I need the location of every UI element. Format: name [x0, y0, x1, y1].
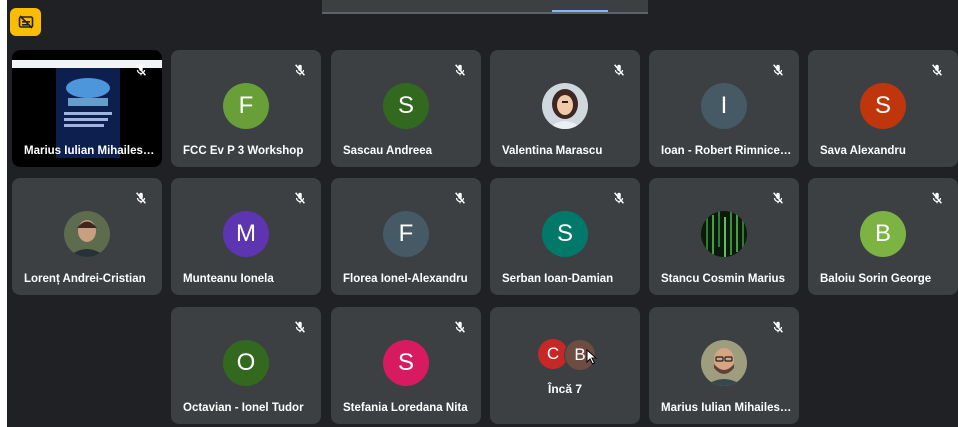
- avatar: F: [383, 211, 429, 257]
- mic-off-icon: [773, 321, 783, 333]
- avatar: M: [223, 211, 269, 257]
- participant-tile[interactable]: F FCC Ev P 3 Workshop: [171, 50, 321, 167]
- participant-tile[interactable]: Valentina Marascu: [490, 50, 640, 167]
- participant-tile[interactable]: S Stefania Loredana Nita: [331, 307, 481, 424]
- mic-off-icon: [773, 192, 783, 204]
- mic-off-icon: [455, 321, 465, 333]
- mic-off-icon: [295, 64, 305, 76]
- cursor-icon: [586, 349, 598, 365]
- participant-name: Sava Alexandru: [820, 145, 906, 157]
- participant-tile[interactable]: S Sascau Andreea: [331, 50, 481, 167]
- mic-off-icon: [614, 64, 624, 76]
- avatar: S: [383, 83, 429, 129]
- participant-name: Sascau Andreea: [343, 145, 433, 157]
- mic-off-icon: [455, 64, 465, 76]
- participant-name: Lorenț Andrei-Cristian: [24, 273, 146, 285]
- avatar-photo: [701, 211, 747, 257]
- captions-off-icon: [18, 15, 33, 29]
- participant-tile[interactable]: Marius Iulian Mihailescu: [649, 307, 799, 424]
- participant-name: FCC Ev P 3 Workshop: [183, 145, 304, 157]
- participant-name: Munteanu Ionela: [183, 273, 274, 285]
- participant-name: Stefania Loredana Nita: [343, 402, 468, 414]
- participant-tile[interactable]: B Baloiu Sorin George: [808, 178, 958, 295]
- participant-tile[interactable]: F Florea Ionel-Alexandru: [331, 178, 481, 295]
- mic-off-icon: [455, 192, 465, 204]
- participant-tile[interactable]: S Serban Ioan-Damian: [490, 178, 640, 295]
- mic-off-icon: [773, 64, 783, 76]
- participant-tile[interactable]: Stancu Cosmin Marius: [649, 178, 799, 295]
- participant-name: Ioan - Robert Rimnicea...: [661, 145, 793, 157]
- participant-name: Florea Ionel-Alexandru: [343, 273, 468, 285]
- participant-tile[interactable]: O Octavian - Ionel Tudor: [171, 307, 321, 424]
- participant-tile[interactable]: S Sava Alexandru: [808, 50, 958, 167]
- avatar: S: [860, 83, 906, 129]
- mic-off-icon: [295, 321, 305, 333]
- avatar: F: [223, 83, 269, 129]
- mic-off-icon: [136, 192, 146, 204]
- overflow-participants-tile[interactable]: C B Încă 7: [490, 307, 640, 424]
- participant-name: Octavian - Ionel Tudor: [183, 402, 304, 414]
- mic-off-icon: [136, 64, 146, 76]
- avatar: I: [701, 83, 747, 129]
- participant-tile[interactable]: I Ioan - Robert Rimnicea...: [649, 50, 799, 167]
- mic-off-icon: [932, 64, 942, 76]
- mic-off-icon: [295, 192, 305, 204]
- avatar-photo: [542, 83, 588, 129]
- participant-name: Valentina Marascu: [502, 145, 603, 157]
- participant-name: Stancu Cosmin Marius: [661, 273, 785, 285]
- mic-off-icon: [614, 192, 624, 204]
- participant-tile[interactable]: M Munteanu Ionela: [171, 178, 321, 295]
- participant-tile[interactable]: Lorenț Andrei-Cristian: [12, 178, 162, 295]
- avatar-photo: [701, 340, 747, 386]
- top-control-bar[interactable]: [322, 0, 648, 14]
- avatar-photo: [64, 211, 110, 257]
- avatar: B: [860, 211, 906, 257]
- captions-off-button[interactable]: [10, 8, 41, 36]
- overflow-count-label: Încă 7: [547, 382, 583, 396]
- mic-off-icon: [932, 192, 942, 204]
- participant-tile-screen-share[interactable]: Marius Iulian Mihailesc...: [12, 50, 162, 167]
- participant-name: Serban Ioan-Damian: [502, 273, 614, 285]
- avatar: S: [383, 340, 429, 386]
- avatar: O: [223, 340, 269, 386]
- meeting-stage: Marius Iulian Mihailesc... F FCC Ev P 3 …: [7, 0, 958, 427]
- participant-name: Baloiu Sorin George: [820, 273, 932, 285]
- avatar: S: [542, 211, 588, 257]
- participant-name: Marius Iulian Mihailescu: [661, 402, 793, 414]
- participant-name: Marius Iulian Mihailesc...: [24, 145, 156, 157]
